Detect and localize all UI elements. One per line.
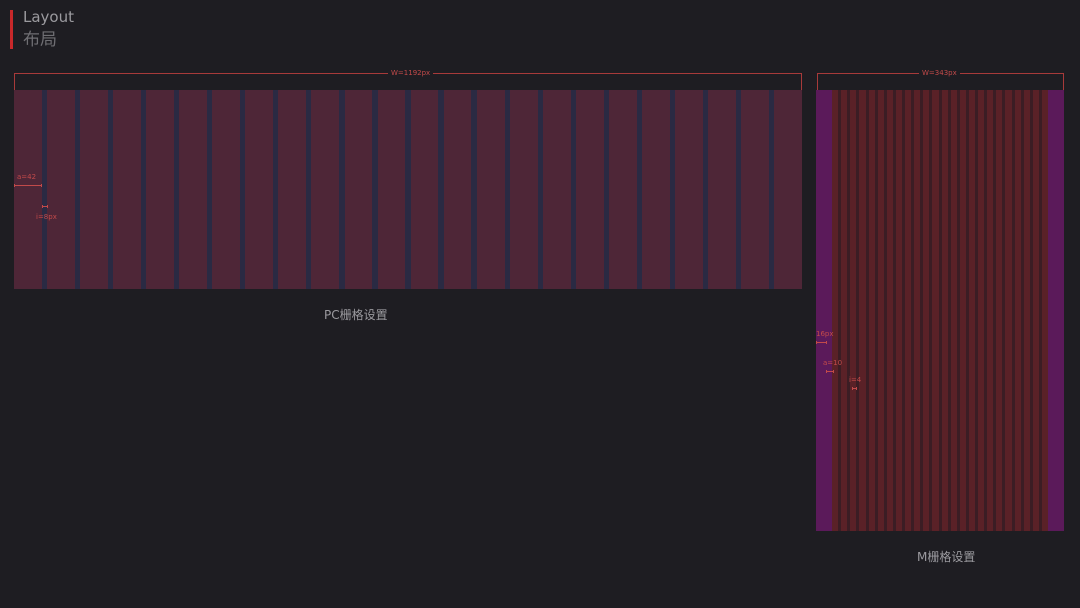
pc-grid-column [212, 90, 241, 289]
page-title: Layout [23, 8, 74, 26]
mobile-grid-margin [1048, 90, 1064, 531]
pc-grid-column [377, 90, 406, 289]
mobile-column-width-label: a=10 [823, 359, 843, 367]
mobile-grid-column [1005, 90, 1012, 531]
pc-grid-column [278, 90, 307, 289]
pc-column-width-label: a=42 [17, 173, 37, 181]
mobile-grid-column [914, 90, 921, 531]
pc-grid-column [642, 90, 670, 289]
pc-grid-column [443, 90, 472, 289]
mobile-grid-column [932, 90, 939, 531]
pc-width-label: W=1192px [388, 68, 434, 78]
pc-grid-column [47, 90, 75, 289]
pc-grid-column [608, 90, 637, 289]
pc-grid-column [509, 90, 538, 289]
pc-column-width-marker [14, 184, 42, 187]
mobile-margin-label: 16px [816, 330, 834, 338]
pc-grid-column [113, 90, 141, 289]
pc-grid-column [708, 90, 736, 289]
mobile-grid-column [886, 90, 893, 531]
pc-grid-column [80, 90, 108, 289]
mobile-margin-marker [816, 341, 827, 344]
mobile-grid [816, 90, 1064, 531]
mobile-grid-column [1023, 90, 1030, 531]
mobile-grid-column [877, 90, 884, 531]
mobile-grid-column [923, 90, 930, 531]
mobile-column-width-marker [826, 370, 834, 373]
mobile-grid-caption: M栅格设置 [917, 550, 976, 564]
pc-grid-column [311, 90, 340, 289]
pc-grid-column [245, 90, 274, 289]
mobile-grid-column [950, 90, 957, 531]
page-subtitle: 布局 [23, 30, 57, 50]
pc-grid-column [344, 90, 373, 289]
pc-grid-column [575, 90, 604, 289]
mobile-grid-column [959, 90, 966, 531]
mobile-grid-column [905, 90, 912, 531]
mobile-gutter-label: i=4 [849, 376, 862, 384]
mobile-grid-column [841, 90, 848, 531]
mobile-grid-column [850, 90, 857, 531]
pc-grid-column [476, 90, 505, 289]
pc-grid [14, 90, 802, 289]
mobile-grid-column [868, 90, 875, 531]
pc-grid-column [741, 90, 769, 289]
mobile-grid-column [987, 90, 994, 531]
pc-grid-column [410, 90, 439, 289]
pc-grid-column [179, 90, 208, 289]
pc-grid-column [675, 90, 703, 289]
mobile-grid-column [968, 90, 975, 531]
header-accent-bar [10, 10, 13, 49]
pc-grid-column [542, 90, 571, 289]
mobile-grid-column [978, 90, 985, 531]
mobile-grid-column [1041, 90, 1048, 531]
pc-gutter-marker [42, 205, 48, 208]
pc-gutter-label: i=8px [36, 213, 57, 221]
mobile-grid-column [996, 90, 1003, 531]
pc-grid-column [774, 90, 802, 289]
mobile-grid-column [895, 90, 902, 531]
pc-grid-column [14, 90, 42, 289]
mobile-grid-column [1014, 90, 1021, 531]
mobile-grid-margin [816, 90, 832, 531]
mobile-gutter-marker [852, 387, 857, 390]
pc-grid-column [146, 90, 174, 289]
mobile-grid-column [941, 90, 948, 531]
pc-grid-caption: PC栅格设置 [324, 308, 388, 322]
mobile-grid-column [859, 90, 866, 531]
mobile-grid-column [1032, 90, 1039, 531]
mobile-width-label: W=343px [919, 68, 960, 78]
mobile-grid-column [832, 90, 839, 531]
